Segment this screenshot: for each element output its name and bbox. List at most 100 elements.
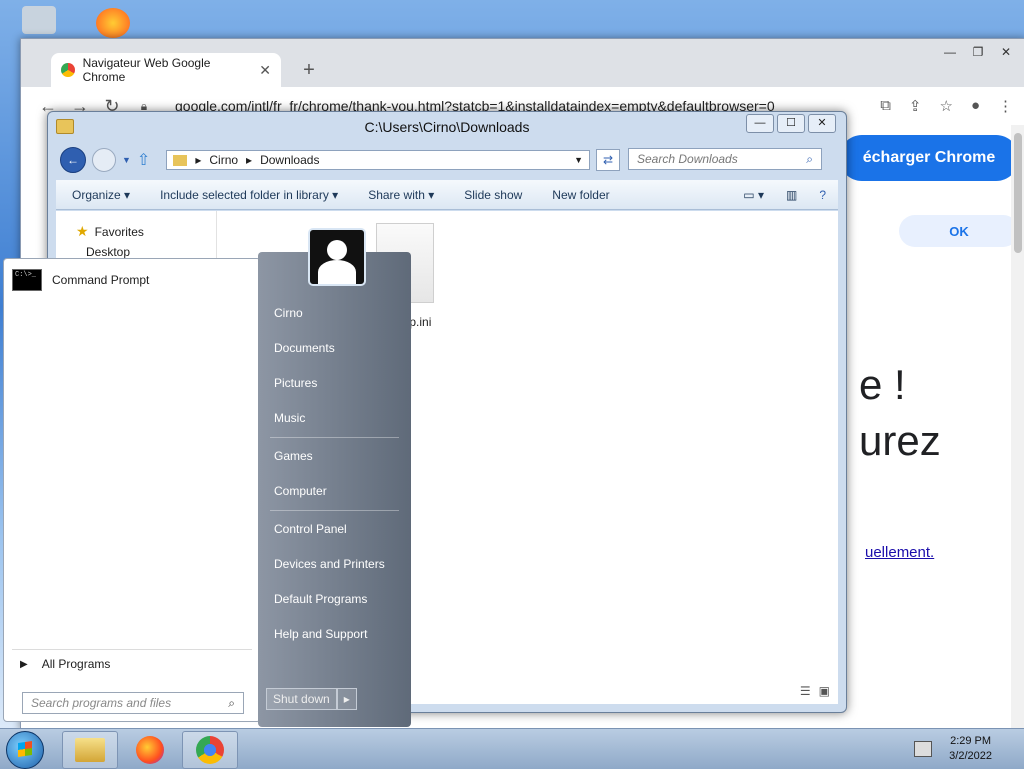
tab-title: Navigateur Web Google Chrome (82, 56, 211, 84)
start-link-help-support[interactable]: Help and Support (274, 627, 367, 641)
history-dropdown-icon[interactable]: ▼ (122, 155, 131, 165)
change-view-icon[interactable]: ▭ ▾ (743, 188, 764, 202)
new-tab-button[interactable]: + (297, 59, 321, 83)
toolbar-icons: ⧉ ⇪ ☆ ● ⋮ (880, 97, 1013, 115)
view-toggle: ☰ ▣ (800, 684, 830, 698)
chrome-titlebar: Navigateur Web Google Chrome ✕ + — ❐ ✕ (21, 39, 1024, 87)
firefox-desktop-icon[interactable] (96, 8, 130, 38)
search-icon[interactable]: ⌕ (228, 696, 235, 711)
chrome-icon (196, 736, 224, 764)
start-link-music[interactable]: Music (274, 411, 305, 425)
clock-date: 3/2/2022 (949, 750, 992, 762)
slide-show-button[interactable]: Slide show (464, 188, 522, 202)
forward-arrow-icon[interactable] (92, 148, 116, 172)
breadcrumb-downloads[interactable]: Downloads (260, 153, 319, 167)
maximize-icon[interactable]: ☐ (777, 114, 805, 133)
recycle-bin-icon[interactable] (22, 6, 56, 34)
include-in-library-menu[interactable]: Include selected folder in library ▾ (160, 188, 338, 202)
explorer-nav-bar: ← ▼ ⇧ ▸ Cirno ▸ Downloads ▼ ⇄ (60, 147, 620, 173)
start-link-documents[interactable]: Documents (274, 341, 335, 355)
organize-menu[interactable]: Organize ▾ (72, 188, 130, 202)
scrollbar-thumb[interactable] (1014, 133, 1022, 253)
firefox-icon (136, 736, 164, 764)
page-heading-line2: urez (859, 417, 941, 464)
page-heading-line1: e ! (859, 361, 906, 408)
minimize-icon[interactable]: — (941, 45, 959, 59)
command-prompt-label: Command Prompt (52, 273, 150, 287)
minimize-icon[interactable]: — (746, 114, 774, 133)
windows-logo-icon (18, 741, 32, 757)
large-icons-view-icon[interactable]: ▣ (819, 684, 830, 698)
help-icon[interactable]: ? (819, 188, 826, 202)
menu-kebab-icon[interactable]: ⋮ (998, 97, 1013, 115)
folder-icon (173, 154, 188, 166)
breadcrumb-separator-icon[interactable]: ▸ (246, 153, 252, 167)
refresh-icon[interactable]: ⇄ (596, 149, 620, 171)
chrome-window-controls: — ❐ ✕ (941, 45, 1015, 59)
star-icon: ★ (76, 223, 89, 239)
shutdown-options-arrow-icon[interactable]: ▸ (336, 688, 357, 710)
translate-icon[interactable]: ⧉ (880, 97, 891, 115)
start-link-control-panel[interactable]: Control Panel (274, 522, 347, 536)
network-icon[interactable] (914, 741, 932, 757)
address-bar[interactable]: ▸ Cirno ▸ Downloads ▼ (166, 150, 590, 170)
page-scrollbar[interactable] (1011, 125, 1024, 729)
chrome-taskbar-button[interactable] (182, 731, 238, 769)
separator (270, 510, 399, 511)
address-dropdown-icon[interactable]: ▼ (574, 155, 583, 165)
user-shoulders-icon (318, 260, 356, 284)
chrome-tab[interactable]: Navigateur Web Google Chrome ✕ (51, 53, 281, 87)
start-link-pictures[interactable]: Pictures (274, 376, 317, 390)
manual-download-link[interactable]: uellement. (865, 544, 934, 561)
start-menu-links: Cirno Documents Pictures Music Games Com… (258, 228, 411, 727)
clock-time: 2:29 PM (950, 735, 992, 747)
restore-icon[interactable]: ❐ (969, 45, 987, 59)
search-downloads-input[interactable]: Search Downloads ⌕ (628, 148, 822, 170)
firefox-taskbar-button[interactable] (122, 731, 178, 769)
favorites-label: Favorites (94, 224, 144, 239)
all-programs-label: All Programs (41, 657, 111, 671)
nav-favorites[interactable]: ★ Favorites (76, 223, 144, 240)
bookmark-star-icon[interactable]: ☆ (939, 97, 952, 115)
profile-icon[interactable]: ● (971, 97, 980, 115)
download-chrome-button[interactable]: écharger Chrome (839, 135, 1019, 181)
explorer-window-controls: — ☐ ✕ (746, 114, 836, 133)
tab-close-icon[interactable]: ✕ (259, 62, 271, 79)
start-link-devices-printers[interactable]: Devices and Printers (274, 557, 385, 571)
new-folder-button[interactable]: New folder (552, 188, 609, 202)
start-link-default-programs[interactable]: Default Programs (274, 592, 367, 606)
search-placeholder: Search Downloads (637, 152, 738, 166)
system-clock[interactable]: 2:29 PM 3/2/2022 (949, 734, 992, 764)
separator (270, 437, 399, 438)
breadcrumb-cirno[interactable]: Cirno (209, 153, 238, 167)
start-button[interactable] (6, 731, 44, 769)
all-programs-button[interactable]: ▶ All Programs (20, 657, 110, 671)
breadcrumb-separator-icon[interactable]: ▸ (195, 153, 201, 167)
share-icon[interactable]: ⇪ (909, 97, 922, 115)
command-prompt-item[interactable]: C:\>_ Command Prompt (12, 269, 149, 291)
share-with-menu[interactable]: Share with ▾ (368, 188, 434, 202)
folder-icon (75, 738, 105, 762)
start-link-games[interactable]: Games (274, 449, 313, 463)
explorer-title: C:\Users\Cirno\Downloads (364, 119, 530, 135)
shutdown-button[interactable]: Shut down (266, 688, 337, 710)
command-prompt-icon: C:\>_ (12, 269, 42, 291)
close-icon[interactable]: ✕ (808, 114, 836, 133)
user-avatar[interactable] (308, 228, 366, 286)
preview-pane-icon[interactable]: ▥ (786, 188, 797, 202)
separator (12, 649, 252, 650)
search-placeholder: Search programs and files (31, 696, 172, 710)
ok-button[interactable]: OK (899, 215, 1019, 247)
chrome-icon (61, 63, 75, 77)
start-link-user[interactable]: Cirno (274, 306, 303, 320)
back-arrow-icon[interactable]: ← (60, 147, 86, 173)
up-arrow-icon[interactable]: ⇧ (137, 150, 150, 170)
details-view-icon[interactable]: ☰ (800, 684, 811, 698)
triangle-right-icon: ▶ (20, 658, 28, 670)
search-icon[interactable]: ⌕ (806, 152, 813, 167)
windows-explorer-taskbar-button[interactable] (62, 731, 118, 769)
search-programs-input[interactable]: Search programs and files ⌕ (22, 692, 244, 714)
close-icon[interactable]: ✕ (997, 45, 1015, 59)
start-link-computer[interactable]: Computer (274, 484, 327, 498)
taskbar: 2:29 PM 3/2/2022 (0, 728, 1024, 769)
